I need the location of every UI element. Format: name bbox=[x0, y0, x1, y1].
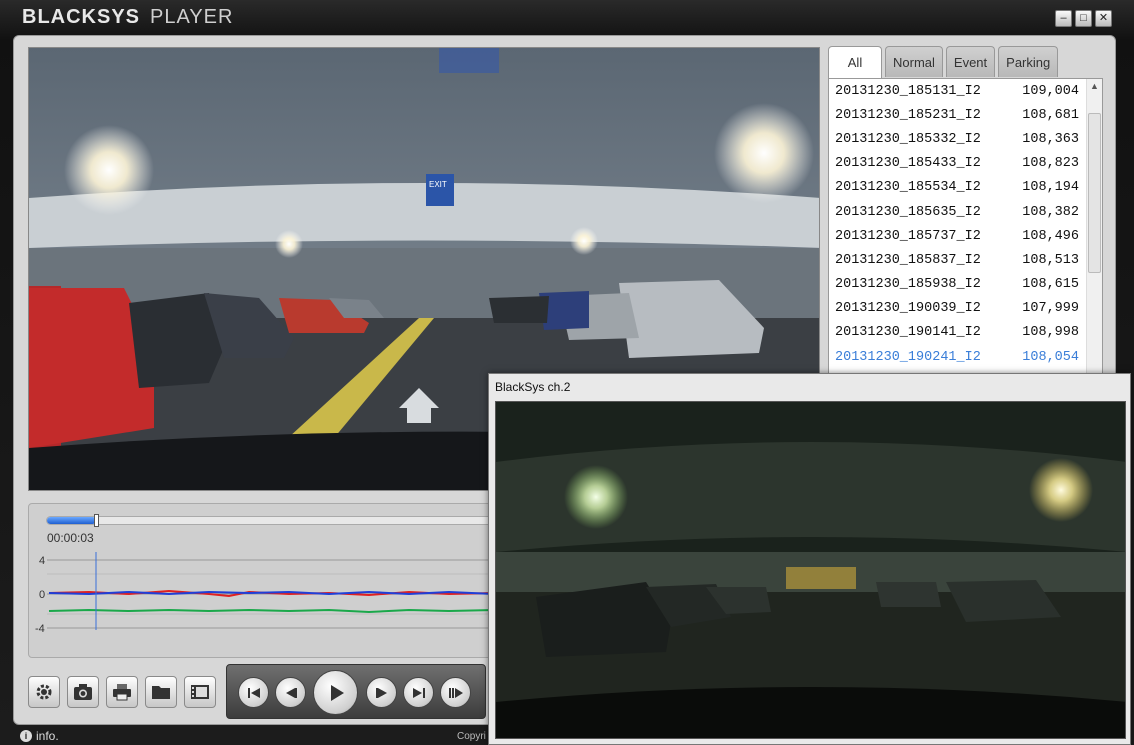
settings-button[interactable] bbox=[28, 676, 60, 708]
file-size: 108,681 bbox=[1022, 107, 1079, 123]
play-button[interactable] bbox=[313, 670, 358, 715]
file-list-item[interactable]: 20131230_185433_I2 108,823 bbox=[829, 152, 1102, 176]
print-button[interactable] bbox=[106, 676, 138, 708]
open-file-button[interactable] bbox=[184, 676, 216, 708]
playback-controls bbox=[226, 664, 486, 719]
file-size: 108,615 bbox=[1022, 277, 1079, 293]
file-name: 20131230_185938_I2 bbox=[835, 277, 981, 293]
window-controls: – □ ✕ bbox=[1055, 10, 1112, 27]
scroll-thumb[interactable] bbox=[1088, 113, 1101, 273]
file-list-item[interactable]: 20131230_190039_I2 107,999 bbox=[829, 297, 1102, 321]
rear-camera-scene bbox=[496, 402, 1125, 738]
step-back-button[interactable] bbox=[275, 677, 306, 708]
app-brand: BLACKSYS PLAYER bbox=[22, 6, 234, 28]
g-sensor-graph: 4 0 -4 bbox=[35, 552, 494, 632]
tab-parking[interactable]: Parking bbox=[998, 46, 1059, 77]
file-name: 20131230_185534_I2 bbox=[835, 180, 981, 196]
file-list-scrollbar[interactable]: ▲ bbox=[1086, 79, 1102, 377]
snapshot-button[interactable] bbox=[67, 676, 99, 708]
file-size: 108,823 bbox=[1022, 156, 1079, 172]
tab-all[interactable]: All bbox=[828, 46, 882, 79]
file-list-item[interactable]: 20131230_190141_I2 108,998 bbox=[829, 321, 1102, 345]
file-name: 20131230_185635_I2 bbox=[835, 204, 981, 220]
file-name: 20131230_190039_I2 bbox=[835, 301, 981, 317]
file-list-item[interactable]: 20131230_185938_I2 108,615 bbox=[829, 273, 1102, 297]
close-button[interactable]: ✕ bbox=[1095, 10, 1112, 27]
file-name: 20131230_185332_I2 bbox=[835, 131, 981, 147]
file-list-item[interactable]: 20131230_185231_I2 108,681 bbox=[829, 103, 1102, 127]
info-icon: i bbox=[20, 730, 32, 742]
skip-end-icon bbox=[412, 687, 425, 698]
file-size: 108,194 bbox=[1022, 180, 1079, 196]
file-list-item[interactable]: 20131230_185837_I2 108,513 bbox=[829, 248, 1102, 272]
exit-sign: EXIT bbox=[429, 180, 447, 189]
tab-event[interactable]: Event bbox=[945, 46, 996, 77]
gear-icon bbox=[36, 684, 52, 700]
seek-bar[interactable] bbox=[46, 514, 496, 527]
print-icon bbox=[113, 684, 131, 701]
step-back-icon bbox=[285, 687, 297, 698]
channel-2-window[interactable]: BlackSys ch.2 bbox=[488, 373, 1131, 745]
graph-line-green bbox=[48, 608, 494, 614]
scroll-up-icon[interactable]: ▲ bbox=[1090, 81, 1099, 91]
channel-2-title: BlackSys ch.2 bbox=[495, 380, 571, 394]
step-forward-icon bbox=[375, 687, 387, 698]
film-icon bbox=[191, 685, 209, 699]
file-size: 108,054 bbox=[1022, 349, 1079, 365]
next-frame-button[interactable] bbox=[440, 677, 471, 708]
step-forward-button[interactable] bbox=[366, 677, 397, 708]
y-tick-mid: 0 bbox=[39, 589, 45, 601]
y-tick-bottom: -4 bbox=[35, 623, 45, 632]
file-name: 20131230_185837_I2 bbox=[835, 252, 981, 268]
skip-start-icon bbox=[247, 687, 260, 698]
file-size: 108,363 bbox=[1022, 131, 1079, 147]
playback-time: 00:00:03 bbox=[47, 531, 94, 545]
file-size: 107,999 bbox=[1022, 301, 1079, 317]
file-name: 20131230_190241_I2 bbox=[835, 349, 981, 365]
file-list-item[interactable]: 20131230_185332_I2 108,363 bbox=[829, 127, 1102, 151]
file-name: 20131230_185231_I2 bbox=[835, 107, 981, 123]
app-window: BLACKSYS PLAYER – □ ✕ EXIT All Normal Ev… bbox=[0, 0, 1134, 745]
file-filter-tabs: All Normal Event Parking bbox=[828, 46, 1059, 79]
maximize-button[interactable]: □ bbox=[1075, 10, 1092, 27]
info-link[interactable]: i info. bbox=[20, 729, 59, 743]
seek-handle[interactable] bbox=[94, 514, 100, 527]
skip-start-button[interactable] bbox=[238, 677, 269, 708]
tool-buttons bbox=[28, 676, 216, 708]
minimize-button[interactable]: – bbox=[1055, 10, 1072, 27]
file-size: 108,496 bbox=[1022, 228, 1079, 244]
video-channel-2[interactable] bbox=[495, 401, 1126, 739]
file-list-item[interactable]: 20131230_185635_I2 108,382 bbox=[829, 200, 1102, 224]
file-name: 20131230_185737_I2 bbox=[835, 228, 981, 244]
timeline-panel: 00:00:03 4 0 -4 bbox=[28, 503, 496, 658]
open-folder-button[interactable] bbox=[145, 676, 177, 708]
file-name: 20131230_190141_I2 bbox=[835, 325, 981, 341]
play-icon bbox=[330, 684, 344, 701]
y-tick-top: 4 bbox=[39, 555, 45, 567]
file-list-item[interactable]: 20131230_185131_I2 109,004 bbox=[829, 79, 1102, 103]
next-frame-icon bbox=[448, 687, 463, 698]
camera-icon bbox=[74, 684, 92, 700]
file-size: 108,513 bbox=[1022, 252, 1079, 268]
folder-icon bbox=[152, 686, 170, 699]
file-list: 20131230_185131_I2 109,004 20131230_185231… bbox=[828, 78, 1103, 378]
file-size: 109,004 bbox=[1022, 83, 1079, 99]
file-size: 108,382 bbox=[1022, 204, 1079, 220]
file-name: 20131230_185433_I2 bbox=[835, 156, 981, 172]
file-size: 108,998 bbox=[1022, 325, 1079, 341]
file-list-item[interactable]: 20131230_185737_I2 108,496 bbox=[829, 224, 1102, 248]
file-list-item[interactable]: 20131230_185534_I2 108,194 bbox=[829, 176, 1102, 200]
file-name: 20131230_185131_I2 bbox=[835, 83, 981, 99]
copyright-text: Copyri bbox=[457, 731, 486, 742]
tab-normal[interactable]: Normal bbox=[885, 46, 943, 77]
skip-end-button[interactable] bbox=[403, 677, 434, 708]
seek-progress bbox=[47, 517, 97, 524]
file-list-item[interactable]: 20131230_190241_I2 108,054 bbox=[829, 345, 1102, 369]
